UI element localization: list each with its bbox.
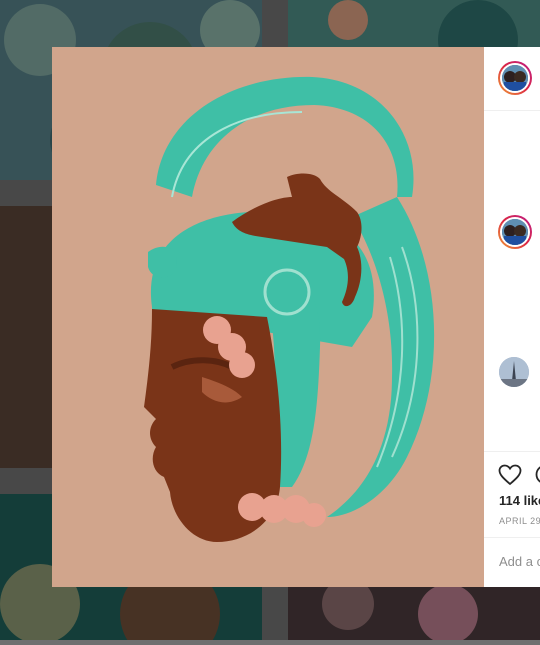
post-image bbox=[52, 47, 484, 587]
commenter-avatar-2[interactable] bbox=[499, 357, 529, 387]
two-people-image bbox=[502, 219, 528, 245]
athena-helmet-illustration bbox=[144, 76, 435, 542]
comment-divider bbox=[484, 537, 540, 538]
likes-count[interactable]: 114 likes bbox=[499, 493, 540, 508]
header-divider bbox=[484, 110, 540, 111]
heart-icon[interactable] bbox=[498, 463, 522, 487]
two-people-image bbox=[502, 65, 528, 91]
post-date[interactable]: APRIL 29 bbox=[499, 516, 540, 526]
commenter-avatar[interactable] bbox=[498, 215, 532, 249]
commenter-photo bbox=[502, 219, 528, 245]
author-photo bbox=[502, 65, 528, 91]
comment-input[interactable]: Add a comment… bbox=[499, 554, 540, 569]
actions-divider bbox=[484, 451, 540, 452]
comment-icon[interactable] bbox=[534, 463, 540, 487]
tower-image bbox=[499, 357, 529, 387]
author-avatar[interactable] bbox=[498, 61, 532, 95]
post-side-panel: 114 likes APRIL 29 Add a comment… bbox=[484, 47, 540, 587]
